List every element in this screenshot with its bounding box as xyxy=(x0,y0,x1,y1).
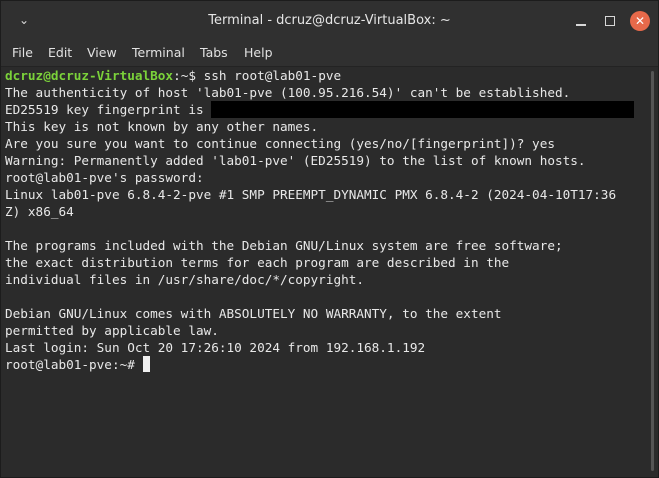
terminal-line: This key is not known by any other names… xyxy=(5,119,319,134)
root-prompt: root@lab01-pve:~# xyxy=(5,357,143,372)
terminal-line: permitted by applicable law. xyxy=(5,323,219,338)
terminal-line: dcruz@dcruz-VirtualBox:~$ ssh root@lab01… xyxy=(5,67,341,84)
menu-help[interactable]: Help xyxy=(244,40,273,66)
terminal-line: The authenticity of host 'lab01-pve (100… xyxy=(5,85,571,100)
redacted-fingerprint xyxy=(211,101,635,118)
terminal-line: Z) x86_64 xyxy=(5,204,74,219)
terminal-window: ⌄ Terminal - dcruz@dcruz-VirtualBox: ~ ✕… xyxy=(0,0,659,478)
menu-bar: File Edit View Terminal Tabs Help xyxy=(1,40,658,67)
minimize-icon[interactable] xyxy=(572,12,590,30)
terminal-line: Debian GNU/Linux comes with ABSOLUTELY N… xyxy=(5,306,502,321)
terminal-line: The programs included with the Debian GN… xyxy=(5,238,563,253)
scrollbar-thumb[interactable] xyxy=(651,71,654,471)
menu-terminal[interactable]: Terminal xyxy=(132,40,185,66)
terminal-line: Linux lab01-pve 6.8.4-2-pve #1 SMP PREEM… xyxy=(5,187,617,202)
menu-view[interactable]: View xyxy=(87,40,117,66)
vertical-scrollbar[interactable] xyxy=(647,67,658,477)
menu-tabs[interactable]: Tabs xyxy=(200,40,228,66)
command-text: :~$ ssh root@lab01-pve xyxy=(173,68,342,83)
terminal-line: root@lab01-pve's password: xyxy=(5,170,204,185)
terminal-line: the exact distribution terms for each pr… xyxy=(5,255,510,270)
terminal-line: Last login: Sun Oct 20 17:26:10 2024 fro… xyxy=(5,340,426,355)
terminal-line: ED25519 key fingerprint is xyxy=(5,101,635,118)
fingerprint-label: ED25519 key fingerprint is xyxy=(5,102,212,117)
title-bar[interactable]: ⌄ Terminal - dcruz@dcruz-VirtualBox: ~ ✕ xyxy=(1,1,658,40)
terminal-output[interactable]: dcruz@dcruz-VirtualBox:~$ ssh root@lab01… xyxy=(1,67,647,477)
window-title: Terminal - dcruz@dcruz-VirtualBox: ~ xyxy=(208,13,451,28)
terminal-line: Are you sure you want to continue connec… xyxy=(5,136,555,151)
menu-file[interactable]: File xyxy=(12,40,33,66)
terminal-line: individual files in /usr/share/doc/*/cop… xyxy=(5,272,365,287)
menu-edit[interactable]: Edit xyxy=(48,40,72,66)
maximize-icon[interactable] xyxy=(601,12,619,30)
prompt-user-host: dcruz@dcruz-VirtualBox xyxy=(5,68,174,83)
terminal-prompt-line[interactable]: root@lab01-pve:~# xyxy=(5,356,150,373)
close-icon[interactable]: ✕ xyxy=(630,11,650,31)
text-cursor xyxy=(142,356,150,372)
terminal-line: Warning: Permanently added 'lab01-pve' (… xyxy=(5,153,586,168)
